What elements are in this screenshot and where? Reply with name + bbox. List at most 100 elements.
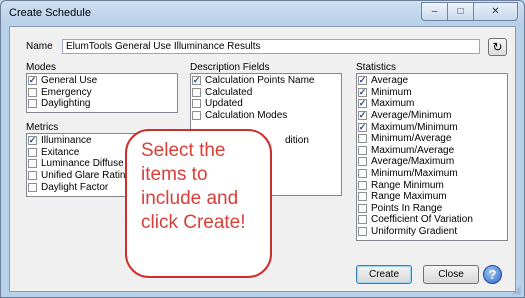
checkbox[interactable] xyxy=(358,227,367,237)
checkbox-item[interactable]: Minimum/Maximum xyxy=(357,168,507,180)
metrics-label: Metrics xyxy=(26,122,59,133)
checkbox-label: Average xyxy=(371,75,409,87)
checkbox-item[interactable]: Daylighting xyxy=(27,98,177,110)
checkbox-label: Coefficient Of Variation xyxy=(371,214,473,226)
close-button[interactable]: Close xyxy=(423,265,479,284)
create-schedule-window: Create Schedule – □ ✕ Name ↻ Modes Gener… xyxy=(0,0,525,298)
help-button[interactable]: ? xyxy=(483,265,502,284)
refresh-icon: ↻ xyxy=(492,40,503,54)
create-button[interactable]: Create xyxy=(356,265,412,284)
minimize-button[interactable]: – xyxy=(421,2,448,21)
maximize-icon: □ xyxy=(457,5,464,17)
help-icon: ? xyxy=(488,267,497,282)
checkbox-label: Daylighting xyxy=(41,98,91,110)
checkbox-label: Exitance xyxy=(41,146,80,158)
checkbox[interactable] xyxy=(358,192,367,202)
description-fields-label: Description Fields xyxy=(190,62,270,73)
checkbox[interactable] xyxy=(358,180,367,190)
checkbox-item[interactable]: Minimum/Average xyxy=(357,133,507,145)
checkbox[interactable] xyxy=(192,99,201,109)
checkbox-item[interactable]: Coefficient Of Variation xyxy=(357,214,507,226)
checkbox[interactable] xyxy=(28,76,37,86)
checkbox-label: Maximum/Average xyxy=(371,144,455,156)
statistics-list[interactable]: AverageMinimumMaximumAverage/MinimumMaxi… xyxy=(356,73,508,241)
checkbox[interactable] xyxy=(358,157,367,167)
checkbox[interactable] xyxy=(28,171,37,181)
hidden-field-partial-text: dition xyxy=(285,135,309,146)
checkbox-label: Range Minimum xyxy=(371,179,444,191)
checkbox-label: Calculation Modes xyxy=(205,110,288,122)
checkbox-label: Minimum/Average xyxy=(371,133,452,145)
checkbox[interactable] xyxy=(192,111,201,121)
checkbox-item[interactable]: Calculation Modes xyxy=(191,110,341,122)
instruction-callout: Select the items to include and click Cr… xyxy=(125,129,272,278)
checkbox-item[interactable]: Calculation Points Name xyxy=(191,75,341,87)
checkbox-label: Updated xyxy=(205,98,243,110)
checkbox[interactable] xyxy=(28,87,37,97)
checkbox[interactable] xyxy=(358,169,367,179)
window-title: Create Schedule xyxy=(9,7,91,19)
checkbox-label: Calculation Points Name xyxy=(205,75,315,87)
title-bar[interactable]: Create Schedule – □ ✕ xyxy=(1,1,524,25)
checkbox-item[interactable]: Maximum xyxy=(357,98,507,110)
checkbox-item[interactable]: Updated xyxy=(191,98,341,110)
checkbox[interactable] xyxy=(358,215,367,225)
close-icon: ✕ xyxy=(491,5,500,17)
checkbox-label: Minimum xyxy=(371,86,412,98)
checkbox-label: Maximum xyxy=(371,98,415,110)
checkbox-item[interactable]: Uniformity Gradient xyxy=(357,226,507,238)
checkbox[interactable] xyxy=(192,76,201,86)
checkbox-item[interactable]: General Use xyxy=(27,75,177,87)
checkbox-item[interactable]: Maximum/Average xyxy=(357,145,507,157)
maximize-button[interactable]: □ xyxy=(447,2,474,21)
checkbox-item[interactable]: Maximum/Minimum xyxy=(357,121,507,133)
checkbox[interactable] xyxy=(28,136,37,146)
checkbox-label: Uniformity Gradient xyxy=(371,226,458,238)
checkbox[interactable] xyxy=(28,147,37,157)
checkbox-item[interactable]: Points In Range xyxy=(357,203,507,215)
checkbox-label: Minimum/Maximum xyxy=(371,168,458,180)
checkbox-item[interactable]: Average xyxy=(357,75,507,87)
checkbox-label: Emergency xyxy=(41,86,92,98)
checkbox-item[interactable]: Range Maximum xyxy=(357,191,507,203)
checkbox-item[interactable]: Minimum xyxy=(357,87,507,99)
checkbox[interactable] xyxy=(358,134,367,144)
callout-text: Select the items to include and click Cr… xyxy=(141,140,246,233)
checkbox[interactable] xyxy=(358,111,367,121)
checkbox-label: Points In Range xyxy=(371,202,443,214)
statistics-label: Statistics xyxy=(356,62,397,73)
checkbox-label: Average/Minimum xyxy=(371,110,452,122)
checkbox-label: Calculated xyxy=(205,86,253,98)
refresh-button[interactable]: ↻ xyxy=(488,38,507,56)
checkbox[interactable] xyxy=(358,145,367,155)
checkbox-item[interactable]: Average/Minimum xyxy=(357,110,507,122)
checkbox-item[interactable]: Average/Maximum xyxy=(357,156,507,168)
checkbox[interactable] xyxy=(358,122,367,132)
checkbox-label: General Use xyxy=(41,75,98,87)
checkbox[interactable] xyxy=(28,182,37,192)
checkbox-label: Range Maximum xyxy=(371,191,447,203)
checkbox[interactable] xyxy=(28,159,37,169)
checkbox[interactable] xyxy=(358,87,367,97)
checkbox-label: Daylight Factor xyxy=(41,181,109,193)
close-window-button[interactable]: ✕ xyxy=(473,2,518,21)
checkbox-label: Maximum/Minimum xyxy=(371,121,458,133)
checkbox-item[interactable]: Calculated xyxy=(191,87,341,99)
checkbox-label: Unified Glare Rating xyxy=(41,170,132,182)
checkbox[interactable] xyxy=(358,76,367,86)
minimize-icon: – xyxy=(431,5,438,17)
checkbox-label: Average/Maximum xyxy=(371,156,455,168)
modes-list[interactable]: General UseEmergencyDaylighting xyxy=(26,73,178,113)
checkbox-item[interactable]: Range Minimum xyxy=(357,179,507,191)
checkbox-label: Illuminance xyxy=(41,135,92,147)
name-label: Name xyxy=(26,41,53,52)
checkbox-item[interactable]: Emergency xyxy=(27,87,177,99)
checkbox[interactable] xyxy=(358,203,367,213)
checkbox-label: Luminance Diffuse xyxy=(41,158,124,170)
modes-label: Modes xyxy=(26,62,57,73)
window-controls: – □ ✕ xyxy=(421,2,518,21)
checkbox[interactable] xyxy=(358,99,367,109)
checkbox[interactable] xyxy=(28,99,37,109)
name-input[interactable] xyxy=(62,39,480,54)
checkbox[interactable] xyxy=(192,87,201,97)
